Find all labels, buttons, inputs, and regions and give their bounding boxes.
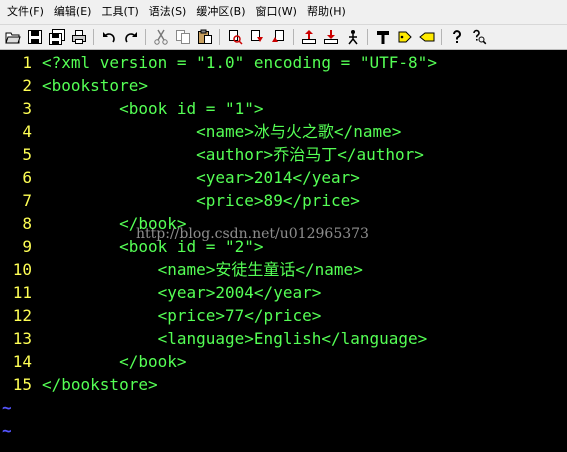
line-number: 12: [12, 306, 32, 325]
line-text: </book>: [42, 214, 187, 233]
menu-file[interactable]: 文件(F): [2, 2, 49, 22]
line-number: 11: [12, 283, 32, 302]
line-number: 10: [12, 260, 32, 279]
code-line: 11 <year>2004</year>: [0, 281, 567, 304]
run-script-icon[interactable]: [342, 27, 363, 47]
line-number: 15: [12, 375, 32, 394]
code-line: 7 <price>89</price>: [0, 189, 567, 212]
print-icon[interactable]: [68, 27, 89, 47]
line-text: <price>89</price>: [42, 191, 360, 210]
code-line: 2 <bookstore>: [0, 74, 567, 97]
toolbar: [0, 25, 567, 50]
build-tags-icon[interactable]: [394, 27, 415, 47]
line-text: <year>2014</year>: [42, 168, 360, 187]
empty-line: ~: [0, 396, 567, 419]
code-line: 8 </book>: [0, 212, 567, 235]
toolbar-separator: [367, 29, 368, 45]
save-icon[interactable]: [24, 27, 45, 47]
line-number: 6: [22, 168, 32, 187]
save-session-icon[interactable]: [320, 27, 341, 47]
menu-syntax[interactable]: 语法(S): [144, 2, 192, 22]
code-line: 15 </bookstore>: [0, 373, 567, 396]
line-number: 7: [22, 191, 32, 210]
line-text: <price>77</price>: [42, 306, 322, 325]
line-number: 2: [22, 76, 32, 95]
text-editor[interactable]: 1 <?xml version = "1.0" encoding = "UTF-8…: [0, 51, 567, 452]
empty-line-marker: ~: [2, 398, 12, 417]
toolbar-separator: [93, 29, 94, 45]
menu-bar: 文件(F) 编辑(E) 工具(T) 语法(S) 缓冲区(B) 窗口(W) 帮助(…: [0, 0, 567, 25]
line-text: <book id = "2">: [42, 237, 264, 256]
line-number: 4: [22, 122, 32, 141]
find-help-icon[interactable]: [468, 27, 489, 47]
line-number: 9: [22, 237, 32, 256]
toolbar-separator: [219, 29, 220, 45]
line-text: <name>冰与火之歌</name>: [42, 122, 402, 141]
line-text: <name>安徒生童话</name>: [42, 260, 363, 279]
code-line: 1 <?xml version = "1.0" encoding = "UTF-8…: [0, 51, 567, 74]
make-icon[interactable]: [372, 27, 393, 47]
menu-buffers[interactable]: 缓冲区(B): [191, 2, 250, 22]
cut-icon[interactable]: [150, 27, 171, 47]
line-text: <author>乔治马丁</author>: [42, 145, 424, 164]
menu-window[interactable]: 窗口(W): [251, 2, 302, 22]
code-line: 13 <language>English</language>: [0, 327, 567, 350]
find-next-icon[interactable]: [246, 27, 267, 47]
line-number: 3: [22, 99, 32, 118]
line-number: 13: [12, 329, 32, 348]
redo-icon[interactable]: [120, 27, 141, 47]
code-line: 6 <year>2014</year>: [0, 166, 567, 189]
line-number: 14: [12, 352, 32, 371]
code-line: 4 <name>冰与火之歌</name>: [0, 120, 567, 143]
line-text: <?xml version = "1.0" encoding = "UTF-8"…: [42, 53, 437, 72]
line-number: 8: [22, 214, 32, 233]
code-line: 12 <price>77</price>: [0, 304, 567, 327]
line-text: <language>English</language>: [42, 329, 428, 348]
find-icon[interactable]: [224, 27, 245, 47]
menu-help[interactable]: 帮助(H): [302, 2, 351, 22]
line-number: 1: [22, 53, 32, 72]
line-text: </book>: [42, 352, 187, 371]
code-line: 9 <book id = "2">: [0, 235, 567, 258]
vim-window: 文件(F) 编辑(E) 工具(T) 语法(S) 缓冲区(B) 窗口(W) 帮助(…: [0, 0, 567, 452]
code-line: 10 <name>安徒生童话</name>: [0, 258, 567, 281]
save-all-icon[interactable]: [46, 27, 67, 47]
toolbar-separator: [441, 29, 442, 45]
find-prev-icon[interactable]: [268, 27, 289, 47]
line-text: <bookstore>: [42, 76, 148, 95]
toolbar-separator: [293, 29, 294, 45]
jump-tag-icon[interactable]: [416, 27, 437, 47]
copy-icon[interactable]: [172, 27, 193, 47]
line-text: <book id = "1">: [42, 99, 264, 118]
toolbar-separator: [145, 29, 146, 45]
code-line: 3 <book id = "1">: [0, 97, 567, 120]
line-text: </bookstore>: [42, 375, 158, 394]
code-line: 5 <author>乔治马丁</author>: [0, 143, 567, 166]
load-session-icon[interactable]: [298, 27, 319, 47]
line-number: 5: [22, 145, 32, 164]
help-icon[interactable]: [446, 27, 467, 47]
code-line: 14 </book>: [0, 350, 567, 373]
empty-line-marker: ~: [2, 421, 12, 440]
open-icon[interactable]: [2, 27, 23, 47]
empty-line: ~: [0, 419, 567, 442]
line-text: <year>2004</year>: [42, 283, 322, 302]
menu-tools[interactable]: 工具(T): [96, 2, 143, 22]
undo-icon[interactable]: [98, 27, 119, 47]
paste-icon[interactable]: [194, 27, 215, 47]
menu-edit[interactable]: 编辑(E): [49, 2, 97, 22]
